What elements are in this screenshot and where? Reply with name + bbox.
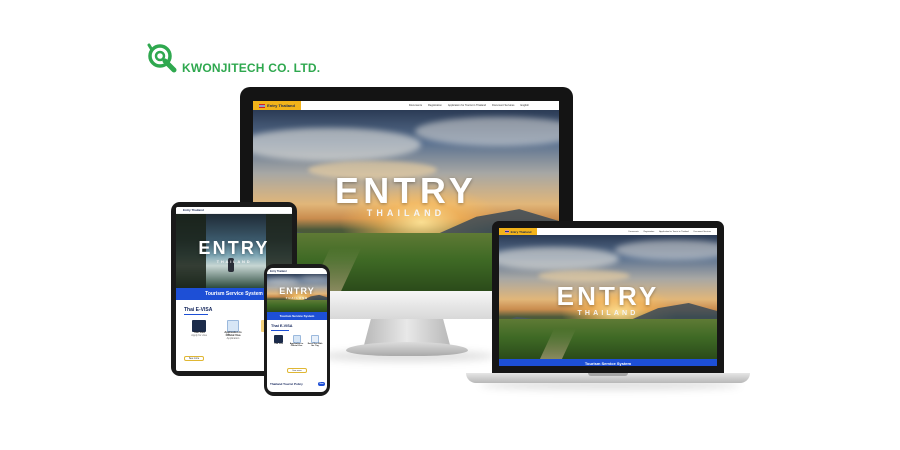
nav-link-application[interactable]: Application for Tourist in Thailand (659, 231, 688, 233)
phone-card-thai-visa[interactable]: Thai Visa (270, 335, 287, 345)
tablet-section-title: Thai E-VISA (184, 307, 213, 313)
phone-card-official-visa[interactable]: Application to Official Visa (288, 335, 305, 347)
phone-hero: ENTRY THAILAND (267, 274, 327, 312)
tablet-see-more-button[interactable]: See more (184, 356, 204, 361)
tablet-section-underline (184, 314, 208, 315)
nav-language-selector[interactable]: English (520, 104, 529, 107)
company-name-suffix: CO. LTD. (264, 61, 321, 75)
phone-tourism-band: Tourism Service System (267, 312, 327, 320)
company-name-main: KWONJITECH (182, 61, 265, 75)
phone-new-badge[interactable]: New (318, 382, 325, 386)
nav-link-documents[interactable]: Documents (628, 231, 638, 233)
card-name: Entry Visa With Ins. Tag (307, 343, 323, 348)
tablet-card-thai-visa[interactable]: Thai Visa Apply for visa (186, 320, 212, 338)
card-name: Application to Official Visa (289, 343, 304, 348)
thai-flag-icon (259, 103, 266, 108)
phone-brand-label[interactable]: Entry Thailand (267, 270, 287, 273)
phone-card-entry-visa[interactable]: Entry Visa With Ins. Tag (306, 335, 324, 347)
phone-band-label: Tourism Service System (279, 314, 315, 318)
laptop-nav-links: Documents Registration Application for T… (628, 231, 717, 233)
phone-see-more-button[interactable]: See more (287, 368, 307, 373)
company-logo: KWONJITECH CO. LTD. (146, 42, 326, 78)
imac-nav-links: Documents Registration Application for T… (409, 104, 559, 107)
imac-hero-subtitle: THAILAND (366, 208, 446, 218)
phone-section-title: Thai E-VISA (271, 324, 293, 328)
laptop-navbar: Entry Thailand Documents Registration Ap… (499, 228, 717, 235)
nav-link-documents[interactable]: Documents (409, 104, 422, 107)
imac-navbar: Entry Thailand Documents Registration Ap… (253, 101, 559, 110)
nav-link-document-services[interactable]: Document Services (694, 231, 711, 233)
tablet-nav-brand[interactable]: Entry Thailand (176, 208, 204, 212)
tablet-navbar: Entry Thailand (176, 207, 292, 214)
phone-section-underline (271, 330, 289, 331)
imac-nav-brand[interactable]: Entry Thailand (253, 101, 301, 110)
laptop-nav-brand[interactable]: Entry Thailand (499, 228, 537, 235)
tablet-band-label: Tourism Service System (205, 291, 263, 297)
nav-link-document-services[interactable]: Document Services (492, 104, 515, 107)
tablet-card-official-visa[interactable]: Application to Official Visa Application (220, 320, 246, 341)
phone-screen: Entry Thailand ENTRY THAILAND Tourism Se… (267, 268, 327, 392)
laptop-hero-subtitle: THAILAND (577, 310, 639, 317)
kwonjitech-logo-icon (147, 43, 177, 73)
laptop-notch (588, 373, 628, 376)
card-name: Thai Visa (274, 343, 283, 345)
passport-icon (311, 335, 319, 343)
laptop-screen: Entry Thailand Documents Registration Ap… (499, 228, 717, 366)
tablet-brand-label: Entry Thailand (183, 208, 204, 212)
card-desc: Application (226, 336, 240, 340)
thai-flag-icon (504, 230, 509, 233)
phone-hero-subtitle: THAILAND (285, 297, 309, 300)
nav-link-registration[interactable]: Registration (428, 104, 442, 107)
nav-link-registration[interactable]: Registration (644, 231, 655, 233)
imac-brand-label: Entry Thailand (267, 103, 295, 108)
laptop-brand-label: Entry Thailand (510, 229, 532, 234)
nav-link-application[interactable]: Application for Tourist in Thailand (448, 104, 486, 107)
tablet-hero-title: ENTRY (198, 238, 270, 258)
laptop-band-label: Tourism Service System (584, 361, 632, 366)
laptop-hero: ENTRY THAILAND (499, 235, 717, 359)
laptop-hero-title: ENTRY (556, 281, 660, 311)
thai-flag-icon (178, 209, 182, 212)
laptop-tourism-band: Tourism Service System (499, 359, 717, 366)
imac-stand-base (346, 342, 468, 356)
card-desc: Apply for visa (191, 333, 207, 337)
company-name: KWONJITECH CO. LTD. (182, 61, 320, 75)
phone-policy-title: Thailand Tourist Policy (270, 382, 303, 386)
imac-hero-title: ENTRY (334, 170, 478, 211)
document-icon (292, 335, 301, 343)
phone-hero-title: ENTRY (279, 286, 315, 296)
thai-visa-icon (274, 335, 283, 343)
